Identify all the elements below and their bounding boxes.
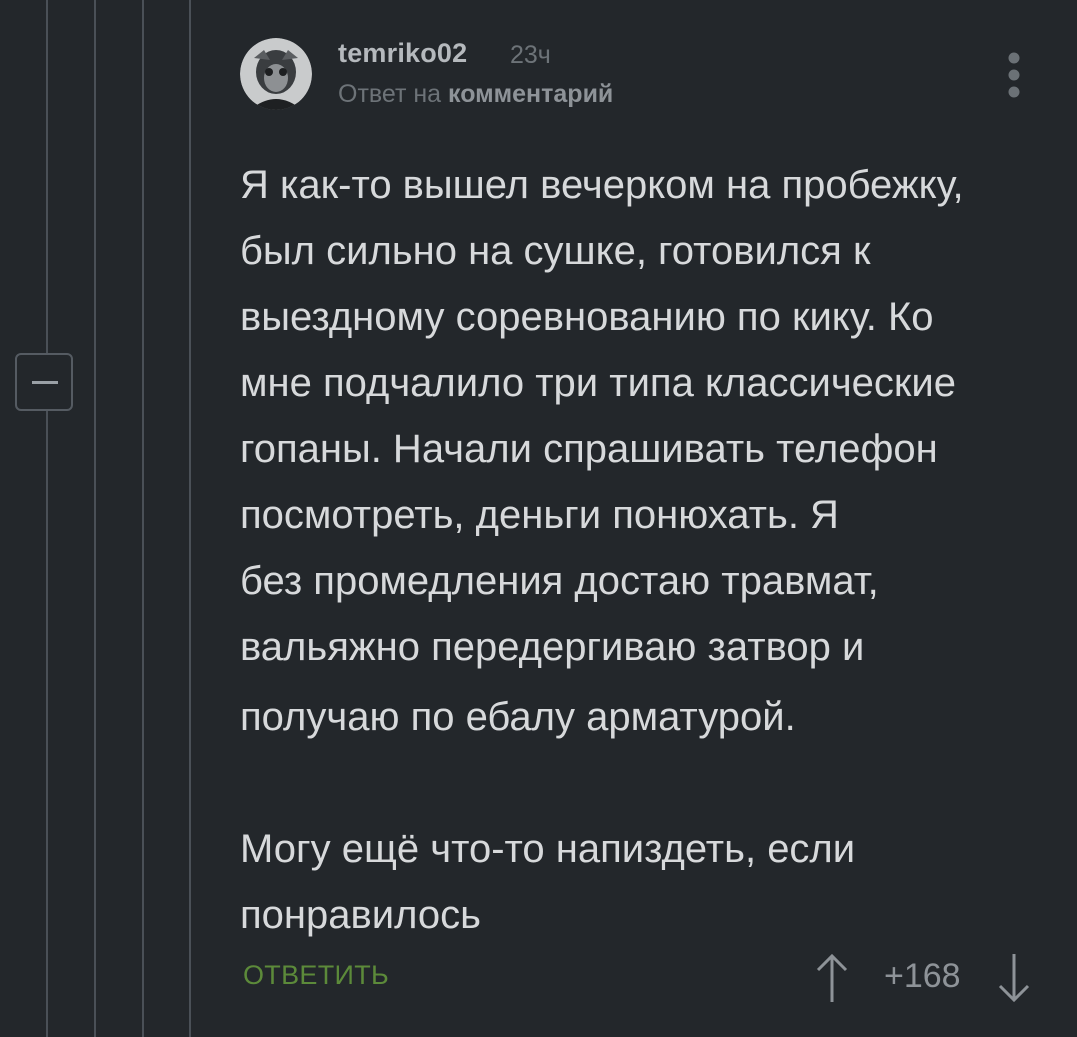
thread-line [142, 0, 144, 1037]
avatar-image [240, 38, 312, 110]
arrow-up-icon [816, 953, 848, 1002]
author-username[interactable]: temriko02 [338, 38, 467, 69]
comment-line: посмотреть, деньги понюхать. Я [240, 493, 839, 537]
thread-line [46, 0, 48, 1037]
comment-time: 23ч [510, 41, 551, 69]
comment-line: выездному соревнованию по кику. Ко [240, 295, 934, 339]
collapse-thread-button[interactable] [15, 353, 73, 411]
reply-to-info: Ответ на комментарий [338, 80, 613, 109]
rating-count: +168 [884, 957, 961, 995]
thread-line [189, 0, 191, 1037]
more-options-button[interactable] [1002, 50, 1026, 100]
vote-up-button[interactable] [814, 952, 850, 1004]
comment-line: без промедления достаю травмат, [240, 559, 879, 603]
comment-page: temriko02 23ч Ответ на комментарий Я как… [0, 0, 1077, 1037]
comment-line: получаю по ебалу арматурой. [240, 695, 796, 739]
comment-line: мне подчалило три типа классические [240, 361, 956, 405]
avatar[interactable] [240, 38, 312, 110]
reply-to-link[interactable]: комментарий [448, 80, 613, 108]
reply-to-prefix: Ответ на [338, 80, 442, 108]
comment-paragraph: Могу ещё что-то напиздеть, если понравил… [240, 816, 1040, 948]
comment-line: вальяжно передергиваю затвор и [240, 625, 865, 669]
arrow-down-icon [998, 954, 1030, 1003]
reply-button[interactable]: ОТВЕТИТЬ [243, 960, 389, 991]
comment-line: понравилось [240, 893, 481, 937]
comment-line: был сильно на сушке, готовился к [240, 229, 871, 273]
comment-line: Я как-то вышел вечерком на пробежку, [240, 163, 964, 207]
vote-down-button[interactable] [996, 952, 1032, 1004]
more-vertical-icon [1008, 52, 1020, 98]
comment-line: Могу ещё что-то напиздеть, если [240, 827, 856, 871]
comment-body: Я как-то вышел вечерком на пробежку, был… [240, 152, 1040, 948]
comment-paragraph: Я как-то вышел вечерком на пробежку, был… [240, 152, 1040, 750]
minus-icon [32, 381, 58, 384]
comment-line: гопаны. Начали спрашивать телефон [240, 427, 938, 471]
thread-line [94, 0, 96, 1037]
